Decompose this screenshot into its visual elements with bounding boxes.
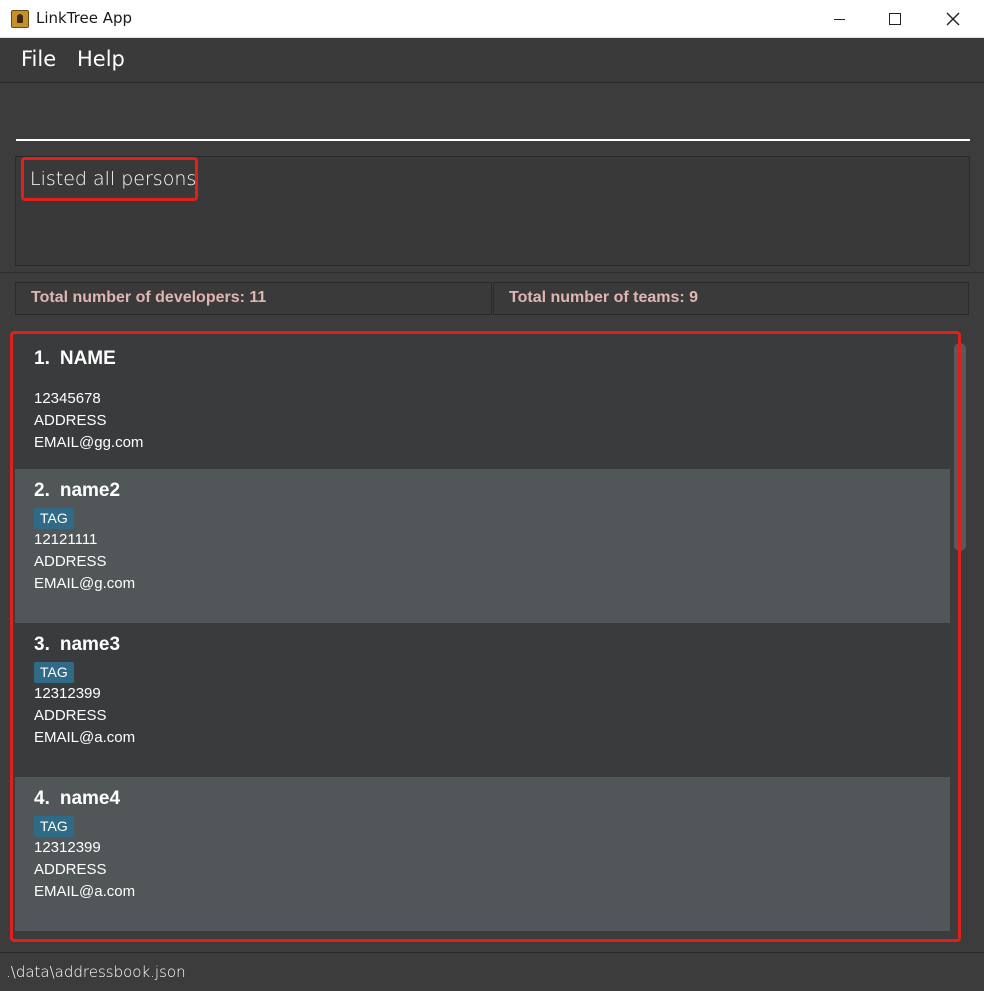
person-name: 3. name3 [34, 634, 120, 656]
person-phone: 12312399 [34, 839, 101, 856]
command-box [0, 84, 984, 150]
person-card-1[interactable]: 1. NAME 12345678 ADDRESS EMAIL@gg.com [15, 337, 950, 491]
menu-file[interactable]: File [21, 47, 56, 71]
maximize-button[interactable] [866, 0, 924, 38]
team-count-box: Total number of teams: 9 [493, 282, 969, 315]
person-index: 1. [34, 348, 50, 369]
person-address: ADDRESS [34, 861, 107, 878]
menu-help[interactable]: Help [77, 47, 125, 71]
person-tag: TAG [34, 662, 74, 683]
window-title: LinkTree App [36, 9, 133, 27]
title-bar: LinkTree App [0, 0, 984, 38]
person-tag: TAG [34, 816, 74, 837]
command-input[interactable] [16, 84, 970, 141]
person-list[interactable]: 1. NAME 12345678 ADDRESS EMAIL@gg.com 2. n… [15, 337, 950, 931]
person-name: 4. name4 [34, 788, 120, 810]
person-name-text: name3 [59, 634, 121, 655]
status-bar: .\data\addressbook.json [0, 952, 984, 991]
person-card-2[interactable]: 2. name2 TAG 12121111 ADDRESS EMAIL@g.com [15, 469, 950, 623]
person-list-area: 1. NAME 12345678 ADDRESS EMAIL@gg.com 2. n… [0, 324, 984, 952]
close-icon [946, 12, 960, 26]
person-email: EMAIL@gg.com [34, 434, 144, 451]
person-index: 2. [34, 480, 50, 501]
person-address: ADDRESS [34, 412, 107, 429]
result-display: Listed all persons [15, 156, 970, 266]
developer-count-box: Total number of developers: 11 [15, 282, 492, 315]
minimize-button[interactable] [810, 0, 868, 38]
person-phone: 12121111 [34, 531, 98, 548]
menu-bar: File Help [0, 38, 984, 83]
person-email: EMAIL@a.com [34, 729, 136, 746]
person-card-3[interactable]: 3. name3 TAG 12312399 ADDRESS EMAIL@a.com [15, 623, 950, 777]
stats-bar: Total number of developers: 11 Total num… [0, 272, 984, 324]
person-name: 1. NAME [34, 348, 116, 370]
app-icon [11, 10, 29, 28]
person-address: ADDRESS [34, 707, 107, 724]
person-name-text: name4 [59, 788, 121, 809]
maximize-icon [889, 13, 901, 25]
person-tag: TAG [34, 508, 74, 529]
person-name-text: name2 [59, 480, 121, 501]
developer-count: Total number of developers: 11 [31, 289, 267, 306]
person-phone: 12312399 [34, 685, 101, 702]
person-name: 2. name2 [34, 480, 120, 502]
person-email: EMAIL@a.com [34, 883, 136, 900]
minimize-icon [833, 18, 845, 20]
close-button[interactable] [924, 0, 982, 38]
save-file-path: .\data\addressbook.json [6, 963, 186, 981]
result-message: Listed all persons [30, 168, 197, 190]
person-address: ADDRESS [34, 553, 107, 570]
person-index: 4. [34, 788, 50, 809]
list-scrollbar[interactable] [954, 343, 966, 551]
person-index: 3. [34, 634, 50, 655]
team-count: Total number of teams: 9 [509, 289, 699, 306]
person-phone: 12345678 [34, 390, 101, 407]
person-name-text: NAME [59, 348, 116, 369]
person-card-4[interactable]: 4. name4 TAG 12312399 ADDRESS EMAIL@a.com [15, 777, 950, 931]
person-email: EMAIL@g.com [34, 575, 136, 592]
